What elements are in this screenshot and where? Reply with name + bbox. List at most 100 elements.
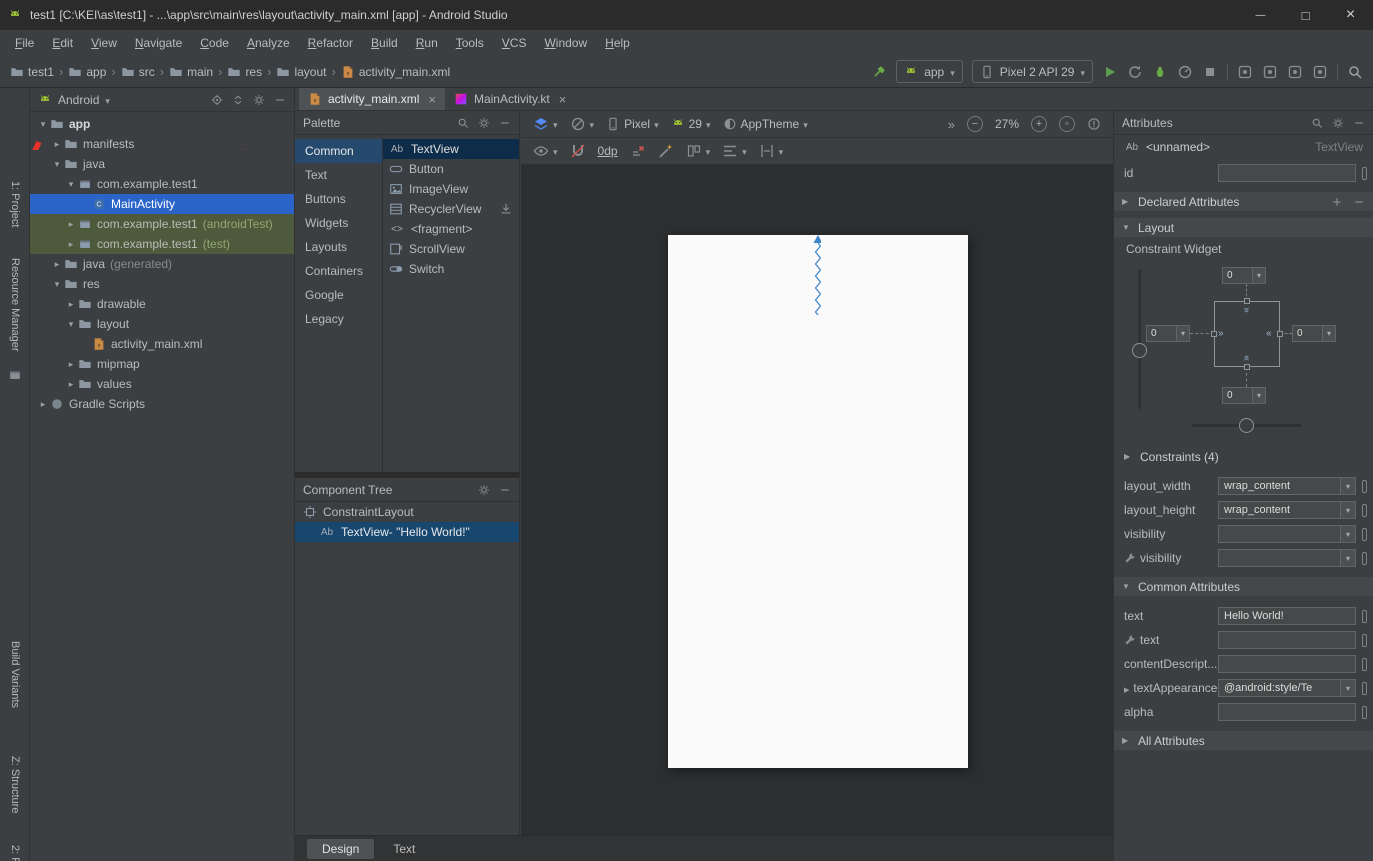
menu-vcs[interactable]: VCS — [493, 30, 536, 56]
section-constraints[interactable]: Constraints (4) — [1114, 447, 1373, 466]
palette-category-widgets[interactable]: Widgets — [295, 211, 382, 235]
palette-category-buttons[interactable]: Buttons — [295, 187, 382, 211]
menu-tools[interactable]: Tools — [447, 30, 493, 56]
search-everywhere-icon[interactable] — [1347, 64, 1363, 80]
id-input[interactable] — [1218, 164, 1356, 182]
menu-refactor[interactable]: Refactor — [299, 30, 362, 56]
pack-menu[interactable] — [686, 143, 711, 159]
tree-chevron-icon[interactable] — [36, 399, 50, 410]
layout-width-select[interactable]: wrap_content — [1218, 477, 1356, 495]
margin-left-select[interactable]: 0 — [1146, 325, 1190, 342]
zoom-fit-button[interactable] — [1059, 116, 1075, 132]
infer-constraints-icon[interactable] — [658, 143, 674, 159]
margin-right-select[interactable]: 0 — [1292, 325, 1336, 342]
breadcrumb-test1[interactable]: test1 — [10, 65, 54, 79]
palette-category-common[interactable]: Common — [295, 139, 382, 163]
sync-project-button[interactable] — [1237, 64, 1253, 80]
project-tree-item-manifests[interactable]: manifests — [30, 134, 294, 154]
chevron-down-icon[interactable] — [1340, 478, 1355, 494]
palette-item-button[interactable]: Button — [383, 159, 519, 179]
menu-analyze[interactable]: Analyze — [238, 30, 299, 56]
favorite-pill[interactable] — [1362, 528, 1367, 541]
close-tab-icon[interactable] — [428, 93, 436, 106]
profiler-button[interactable] — [1177, 64, 1193, 80]
theme-menu[interactable]: AppTheme — [723, 117, 808, 131]
overflow-icon[interactable] — [948, 117, 955, 132]
mode-tab-design[interactable]: Design — [307, 839, 374, 859]
favorite-pill[interactable] — [1362, 552, 1367, 565]
tree-chevron-icon[interactable] — [64, 299, 78, 310]
project-tree-item-values[interactable]: values — [30, 374, 294, 394]
hide-panel-icon[interactable] — [274, 94, 286, 106]
zoom-in-button[interactable] — [1031, 116, 1047, 132]
favorite-pill[interactable] — [1362, 634, 1367, 647]
close-tab-icon[interactable] — [559, 93, 567, 106]
default-margin-select[interactable]: 0dp — [598, 144, 618, 158]
design-canvas[interactable]: Hello World! — [521, 165, 1113, 835]
remove-attribute-icon[interactable] — [1353, 196, 1365, 208]
chevron-down-icon[interactable] — [105, 93, 110, 107]
project-tree-item-activity-main-xml[interactable]: activity_main.xml — [30, 334, 294, 354]
project-tree-item-mainactivity[interactable]: MainActivity — [30, 194, 294, 214]
resource-manager-icon[interactable] — [8, 368, 22, 382]
sdk-manager-button[interactable] — [1287, 64, 1303, 80]
layout-height-select[interactable]: wrap_content — [1218, 501, 1356, 519]
project-tree-item-res[interactable]: res — [30, 274, 294, 294]
locate-file-icon[interactable] — [211, 94, 223, 106]
favorite-pill[interactable] — [1362, 658, 1367, 671]
project-tree-item-com-example-test1-test[interactable]: com.example.test1(test) — [30, 234, 294, 254]
component-tree-item-textview-hello-world[interactable]: TextView- "Hello World!" — [295, 522, 519, 542]
chevron-down-icon[interactable] — [1176, 326, 1189, 341]
palette-category-layouts[interactable]: Layouts — [295, 235, 382, 259]
editor-tab-activity-main-xml[interactable]: activity_main.xml — [299, 88, 445, 110]
favorite-pill[interactable] — [1362, 167, 1367, 180]
layout-inspector-button[interactable] — [1312, 64, 1328, 80]
expand-icon[interactable] — [1124, 681, 1129, 695]
tree-chevron-icon[interactable] — [50, 159, 64, 170]
palette-category-containers[interactable]: Containers — [295, 259, 382, 283]
palette-item-scrollview[interactable]: ScrollView — [383, 239, 519, 259]
chevron-down-icon[interactable] — [1340, 502, 1355, 518]
gear-icon[interactable] — [478, 117, 490, 129]
breadcrumb-main[interactable]: main — [169, 65, 213, 79]
menu-run[interactable]: Run — [407, 30, 447, 56]
collapse-all-icon[interactable] — [232, 94, 244, 106]
breadcrumb-src[interactable]: src — [121, 65, 155, 79]
tree-chevron-icon[interactable] — [64, 359, 78, 370]
visibility-select[interactable] — [1218, 525, 1356, 543]
palette-item-fragment[interactable]: <fragment> — [383, 219, 519, 239]
tool-window-button-resource-manager[interactable]: Resource Manager — [9, 258, 21, 352]
breadcrumb-app[interactable]: app — [68, 65, 106, 79]
breadcrumb-layout[interactable]: layout — [276, 65, 326, 79]
textappearance-select[interactable]: @android:style/Te — [1218, 679, 1356, 697]
hide-panel-icon[interactable] — [499, 484, 511, 496]
anchor-top[interactable] — [1244, 298, 1250, 304]
gear-icon[interactable] — [1332, 117, 1344, 129]
apply-changes-button[interactable] — [1127, 64, 1143, 80]
tree-chevron-icon[interactable] — [36, 119, 50, 130]
device-artboard[interactable] — [668, 235, 968, 768]
zoom-out-button[interactable] — [967, 116, 983, 132]
breadcrumb-res[interactable]: res — [227, 65, 262, 79]
anchor-right[interactable] — [1277, 331, 1283, 337]
tool-window-button-2-favorites[interactable]: 2: Favorites — [9, 845, 21, 861]
stop-button[interactable] — [1202, 64, 1218, 80]
favorite-pill[interactable] — [1362, 480, 1367, 493]
tool-window-button-1-project[interactable]: 1: Project — [9, 181, 21, 227]
anchor-bottom[interactable] — [1244, 364, 1250, 370]
chevron-down-icon[interactable] — [1340, 526, 1355, 542]
tool-window-button-z-structure[interactable]: Z: Structure — [9, 756, 21, 813]
tree-chevron-icon[interactable] — [64, 179, 78, 190]
palette-item-imageview[interactable]: ImageView — [383, 179, 519, 199]
gear-icon[interactable] — [253, 94, 265, 106]
add-attribute-icon[interactable] — [1331, 196, 1343, 208]
orientation-select[interactable] — [570, 116, 595, 132]
tree-chevron-icon[interactable] — [50, 279, 64, 290]
breadcrumb-activity-main-xml[interactable]: activity_main.xml — [341, 65, 450, 79]
horizontal-bias-knob[interactable] — [1239, 418, 1254, 433]
api-version-menu[interactable]: 29 — [671, 117, 711, 131]
build-icon[interactable] — [871, 64, 887, 80]
errors-panel-icon[interactable] — [1087, 117, 1101, 131]
tool-window-button-build-variants[interactable]: Build Variants — [9, 641, 21, 708]
menu-view[interactable]: View — [82, 30, 126, 56]
